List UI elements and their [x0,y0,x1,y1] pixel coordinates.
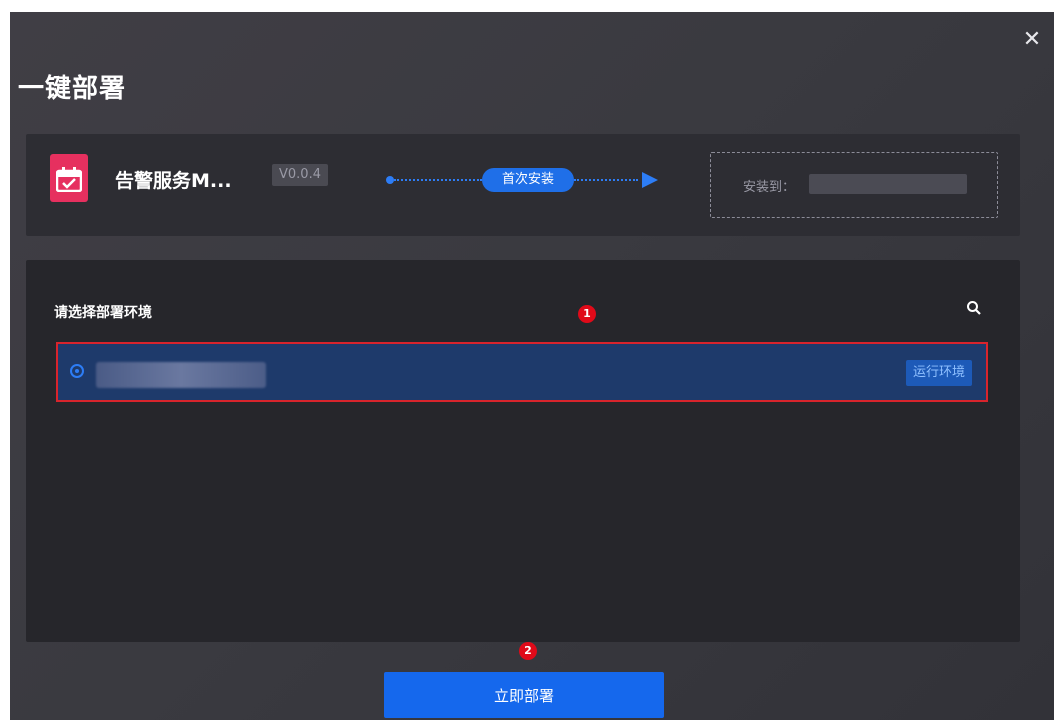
app-info-panel: 告警服务M... V0.0.4 首次安装 安装到： [26,134,1020,236]
install-target-redacted [809,174,967,194]
environment-section-label: 请选择部署环境 [54,305,152,321]
arrow-right-icon [642,172,658,188]
calendar-check-icon [50,154,88,202]
app-name: 告警服务M... [115,170,232,192]
environment-panel: 请选择部署环境 1 运行环境 [26,260,1020,642]
deploy-now-button[interactable]: 立即部署 [384,672,664,718]
annotation-badge-2: 2 [519,642,537,660]
environment-tag: 运行环境 [905,360,972,386]
flow-line-left [394,179,482,181]
environment-name-redacted [96,362,266,388]
search-icon[interactable] [966,300,982,316]
deploy-dialog: ✕ 一键部署 告警服务M... V0.0.4 首次安装 安装到： 请选择部署环境… [10,12,1054,720]
flow-line-right [574,179,638,181]
version-badge: V0.0.4 [272,164,328,186]
first-install-pill: 首次安装 [482,168,574,192]
flow-start-dot [386,176,394,184]
install-flow: 首次安装 [386,158,686,202]
radio-selected[interactable] [70,364,84,378]
install-to-label: 安装到： [743,180,796,195]
close-icon[interactable]: ✕ [1022,29,1042,51]
install-target-box: 安装到： [710,152,998,218]
dialog-title: 一键部署 [18,74,127,104]
environment-row[interactable]: 运行环境 [56,342,988,402]
annotation-badge-1: 1 [578,305,596,323]
